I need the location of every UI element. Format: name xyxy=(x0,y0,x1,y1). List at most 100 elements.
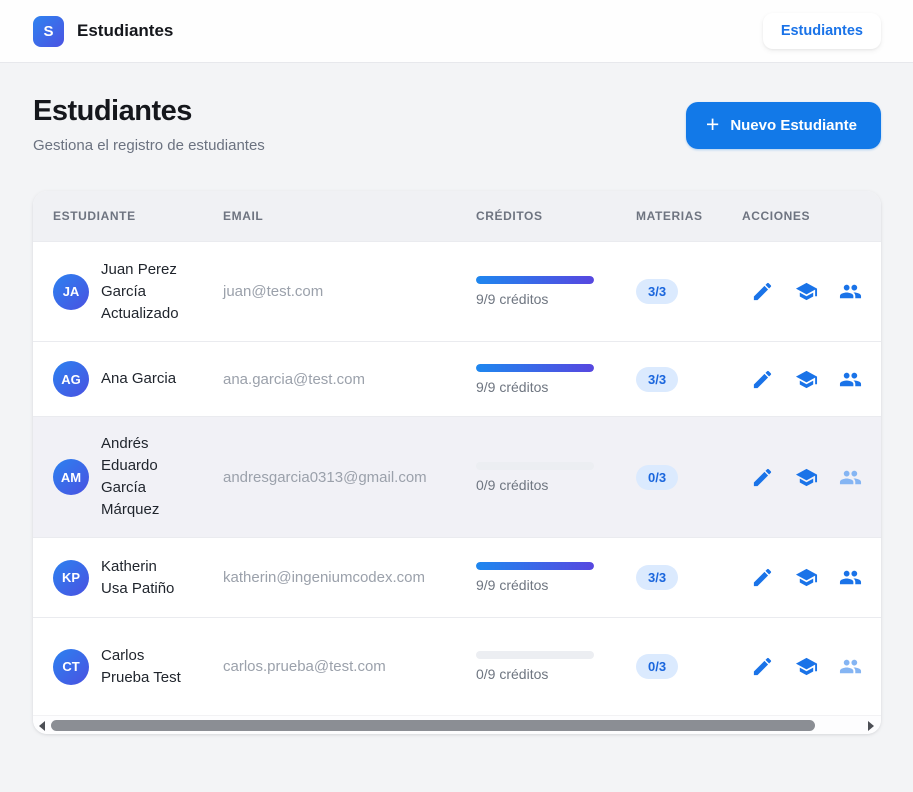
actions-cell xyxy=(742,465,872,489)
materias-cell: 3/3 xyxy=(636,565,742,590)
materias-cell: 3/3 xyxy=(636,366,742,392)
credits-progress-track xyxy=(476,276,594,284)
actions-cell xyxy=(742,367,872,391)
actions-cell xyxy=(742,655,872,679)
plus-icon: + xyxy=(705,111,720,137)
student-email: carlos.prueba@test.com xyxy=(223,658,386,675)
credits-progress-fill xyxy=(476,562,594,570)
subjects-icon[interactable] xyxy=(794,280,818,304)
student-email: juan@test.com xyxy=(223,283,324,300)
edit-icon[interactable] xyxy=(750,367,774,391)
materias-cell: 0/3 xyxy=(636,464,742,490)
subjects-icon[interactable] xyxy=(794,566,818,590)
group-icon[interactable] xyxy=(838,367,862,391)
student-name: Katherin Usa Patiño xyxy=(101,557,175,597)
scroll-left-arrow-icon[interactable] xyxy=(39,721,45,731)
page-header: Estudiantes Gestiona el registro de estu… xyxy=(0,63,913,154)
table-row: CT Carlos Prueba Test carlos.prueba@test… xyxy=(33,617,881,715)
materias-cell: 0/3 xyxy=(636,654,742,679)
student-name: Carlos Prueba Test xyxy=(101,646,181,686)
credits-label: 9/9 créditos xyxy=(476,378,549,395)
materias-badge: 3/3 xyxy=(636,366,679,392)
delete-cell xyxy=(872,456,881,498)
column-header-actions: Acciones xyxy=(742,209,811,223)
scroll-right-arrow-icon[interactable] xyxy=(868,721,874,731)
student-cell: KP Katherin Usa Patiño xyxy=(33,556,223,600)
avatar: AM xyxy=(53,459,89,495)
materias-cell: 3/3 xyxy=(636,279,742,304)
delete-cell xyxy=(872,271,881,313)
column-header-student: Estudiante xyxy=(53,209,136,223)
top-navbar: S Estudiantes Estudiantes xyxy=(0,0,913,63)
edit-icon[interactable] xyxy=(750,566,774,590)
group-icon[interactable] xyxy=(838,465,862,489)
table-row: JA Juan Perez García Actualizado juan@te… xyxy=(33,241,881,341)
students-table: Estudiante Email Créditos Materias Accio… xyxy=(33,191,881,715)
credits-cell: 0/9 créditos xyxy=(476,651,636,682)
student-cell: JA Juan Perez García Actualizado xyxy=(33,259,223,325)
edit-icon[interactable] xyxy=(750,465,774,489)
credits-cell: 9/9 créditos xyxy=(476,276,636,307)
credits-progress-fill xyxy=(476,276,594,284)
credits-label: 9/9 créditos xyxy=(476,291,549,307)
student-email: ana.garcia@test.com xyxy=(223,370,365,388)
column-header-credits: Créditos xyxy=(476,209,543,223)
delete-cell xyxy=(872,358,881,400)
credits-cell: 9/9 créditos xyxy=(476,363,636,395)
delete-cell xyxy=(872,557,881,599)
nav-link-estudiantes[interactable]: Estudiantes xyxy=(762,13,881,49)
student-name: Juan Perez García Actualizado xyxy=(101,260,179,322)
subjects-icon[interactable] xyxy=(794,655,818,679)
student-email: andresgarcia0313@gmail.com xyxy=(223,468,427,486)
credits-cell: 9/9 créditos xyxy=(476,562,636,593)
table-row: AM Andrés Eduardo García Márquez andresg… xyxy=(33,416,881,537)
page-title-block: Estudiantes Gestiona el registro de estu… xyxy=(33,95,265,154)
edit-icon[interactable] xyxy=(750,655,774,679)
avatar: AG xyxy=(53,361,89,397)
app-title: Estudiantes xyxy=(77,21,174,40)
credits-progress-track xyxy=(476,651,594,659)
new-student-button[interactable]: + Nuevo Estudiante xyxy=(685,102,881,149)
app-logo: S xyxy=(33,15,64,47)
subjects-icon[interactable] xyxy=(794,367,818,391)
group-icon[interactable] xyxy=(838,566,862,590)
credits-progress-track xyxy=(476,562,594,570)
actions-cell xyxy=(742,566,872,590)
student-cell: CT Carlos Prueba Test xyxy=(33,645,223,689)
credits-cell: 0/9 créditos xyxy=(476,461,636,493)
student-cell: AM Andrés Eduardo García Márquez xyxy=(33,433,223,521)
table-row: AG Ana Garcia ana.garcia@test.com 9/9 cr… xyxy=(33,341,881,416)
page-title: Estudiantes xyxy=(33,95,192,127)
materias-badge: 0/3 xyxy=(636,654,679,679)
actions-cell xyxy=(742,280,872,304)
column-header-email: Email xyxy=(223,209,264,223)
avatar: CT xyxy=(53,648,89,685)
student-name: Andrés Eduardo García Márquez xyxy=(101,435,160,518)
horizontal-scrollbar xyxy=(33,715,881,734)
avatar: JA xyxy=(53,273,89,310)
new-student-button-label: Nuevo Estudiante xyxy=(730,117,857,134)
table-header-row: Estudiante Email Créditos Materias Accio… xyxy=(33,191,881,241)
materias-badge: 0/3 xyxy=(636,464,679,490)
credits-label: 0/9 créditos xyxy=(476,476,549,493)
group-icon[interactable] xyxy=(838,280,862,304)
credits-progress-fill xyxy=(476,363,594,372)
materias-badge: 3/3 xyxy=(636,565,679,590)
credits-label: 9/9 créditos xyxy=(476,577,549,593)
avatar: KP xyxy=(53,559,89,596)
credits-progress-track xyxy=(476,363,594,372)
subjects-icon[interactable] xyxy=(794,465,818,489)
column-header-materias: Materias xyxy=(636,209,703,223)
materias-badge: 3/3 xyxy=(636,279,679,304)
scrollbar-thumb[interactable] xyxy=(51,720,815,731)
edit-icon[interactable] xyxy=(750,280,774,304)
students-table-card: Estudiante Email Créditos Materias Accio… xyxy=(33,191,881,734)
group-icon[interactable] xyxy=(838,655,862,679)
credits-label: 0/9 créditos xyxy=(476,666,549,682)
table-row: KP Katherin Usa Patiño katherin@ingenium… xyxy=(33,537,881,617)
student-email: katherin@ingeniumcodex.com xyxy=(223,569,425,586)
credits-progress-track xyxy=(476,461,594,470)
delete-cell xyxy=(872,646,881,688)
student-cell: AG Ana Garcia xyxy=(33,361,223,397)
page-subtitle: Gestiona el registro de estudiantes xyxy=(33,137,265,154)
